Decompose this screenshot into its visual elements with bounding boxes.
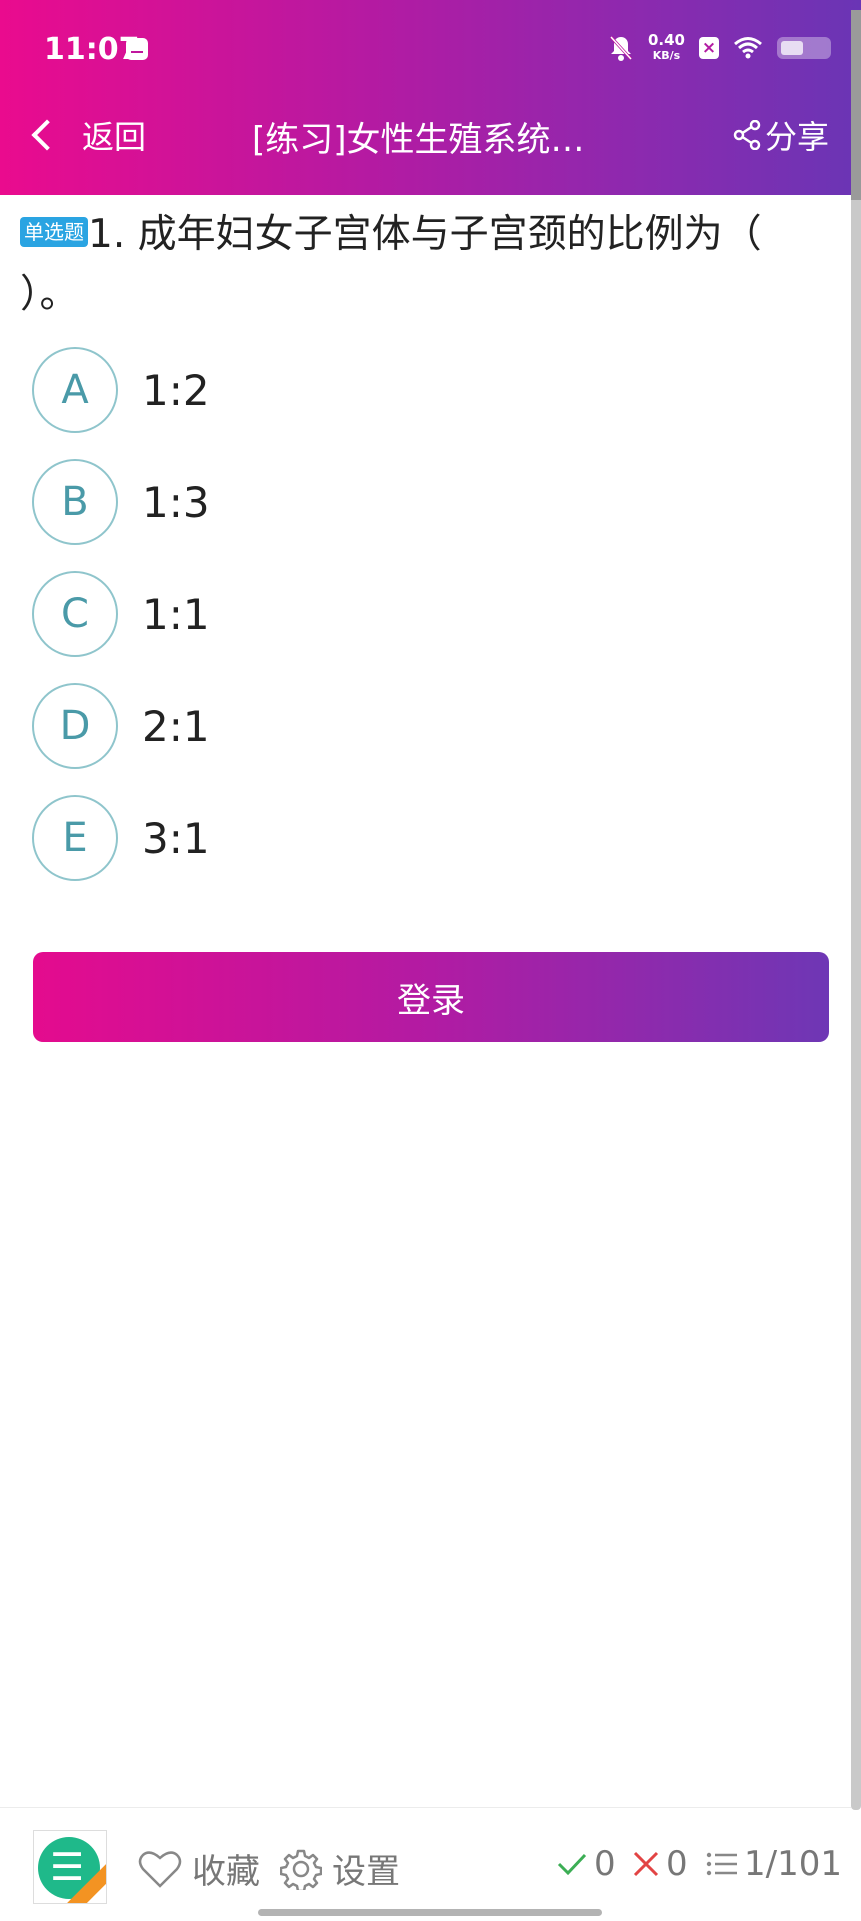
bottom-toolbar: ☰ 收藏 设置 0 0 1/101 (0, 1807, 851, 1921)
option-text: 1:3 (142, 477, 210, 527)
share-button[interactable]: 分享 (733, 112, 829, 158)
favorite-label: 收藏 (192, 1852, 260, 1892)
question-progress[interactable]: 1/101 (706, 1844, 842, 1884)
status-bar: 11:07 0.40 KB/s × (0, 0, 861, 100)
heart-icon (138, 1850, 182, 1888)
question-type-badge: 单选题 (20, 217, 88, 247)
close-box-icon: × (699, 37, 719, 59)
chevron-left-icon (31, 119, 63, 151)
page-title: [练习]女性生殖系统… (252, 120, 585, 160)
message-notification-icon (126, 38, 148, 60)
back-label: 返回 (82, 118, 147, 156)
network-speed: 0.40 KB/s (648, 33, 685, 63)
option-letter: E (32, 795, 118, 881)
wrong-count-value: 0 (666, 1844, 688, 1884)
wrong-count: 0 (632, 1844, 688, 1884)
cross-icon (633, 1851, 659, 1877)
option-a[interactable]: A 1:2 (32, 334, 812, 446)
logo-glyph: ☰ (50, 1845, 85, 1889)
network-speed-value: 0.40 (647, 31, 685, 49)
home-indicator[interactable] (258, 1909, 602, 1916)
option-letter: B (32, 459, 118, 545)
option-list: A 1:2 B 1:3 C 1:1 D 2:1 E 3:1 (32, 334, 812, 894)
option-text: 2:1 (142, 701, 210, 751)
progress-value: 1/101 (744, 1844, 842, 1884)
bell-muted-icon (609, 35, 633, 61)
option-b[interactable]: B 1:3 (32, 446, 812, 558)
status-indicators: 0.40 KB/s × (608, 28, 831, 68)
settings-button[interactable]: 设置 (280, 1844, 400, 1893)
list-icon (706, 1852, 737, 1876)
gear-icon (280, 1849, 322, 1890)
network-speed-unit: KB/s (652, 49, 681, 62)
correct-count: 0 (556, 1844, 616, 1884)
back-button[interactable]: 返回 (26, 110, 146, 160)
battery-icon (777, 37, 831, 59)
correct-count-value: 0 (594, 1844, 616, 1884)
option-text: 1:1 (142, 589, 210, 639)
option-letter: D (32, 683, 118, 769)
question-text: 1. 成年妇女子宫体与子宫颈的比例为（ ）。 (20, 212, 762, 317)
option-d[interactable]: D 2:1 (32, 670, 812, 782)
question: 单选题 1. 成年妇女子宫体与子宫颈的比例为（ ）。 (20, 205, 830, 325)
option-letter: A (32, 347, 118, 433)
check-icon (557, 1853, 587, 1876)
scrollbar-track[interactable] (851, 10, 861, 1810)
option-e[interactable]: E 3:1 (32, 782, 812, 894)
settings-label: 设置 (332, 1852, 400, 1892)
option-c[interactable]: C 1:1 (32, 558, 812, 670)
favorite-button[interactable]: 收藏 (138, 1844, 260, 1893)
app-header: 11:07 0.40 KB/s × 返回 [练习]女性生殖系统… 分享 (0, 0, 861, 195)
login-button[interactable]: 登录 (33, 952, 829, 1042)
scrollbar-thumb[interactable] (851, 10, 861, 200)
share-icon (733, 120, 761, 150)
option-text: 1:2 (142, 365, 210, 415)
app-logo[interactable]: ☰ (33, 1830, 107, 1904)
wifi-icon (734, 37, 762, 59)
option-letter: C (32, 571, 118, 657)
option-text: 3:1 (142, 813, 210, 863)
share-label: 分享 (764, 118, 829, 156)
